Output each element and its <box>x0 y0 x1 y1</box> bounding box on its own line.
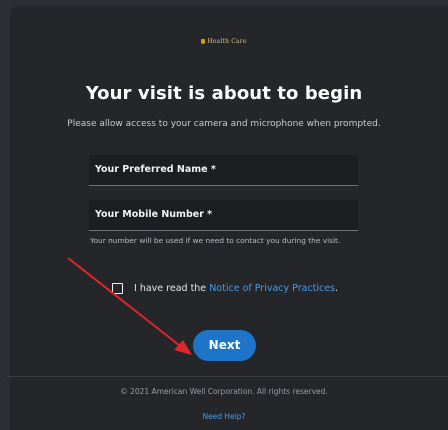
annotation-arrow-icon <box>67 257 192 355</box>
